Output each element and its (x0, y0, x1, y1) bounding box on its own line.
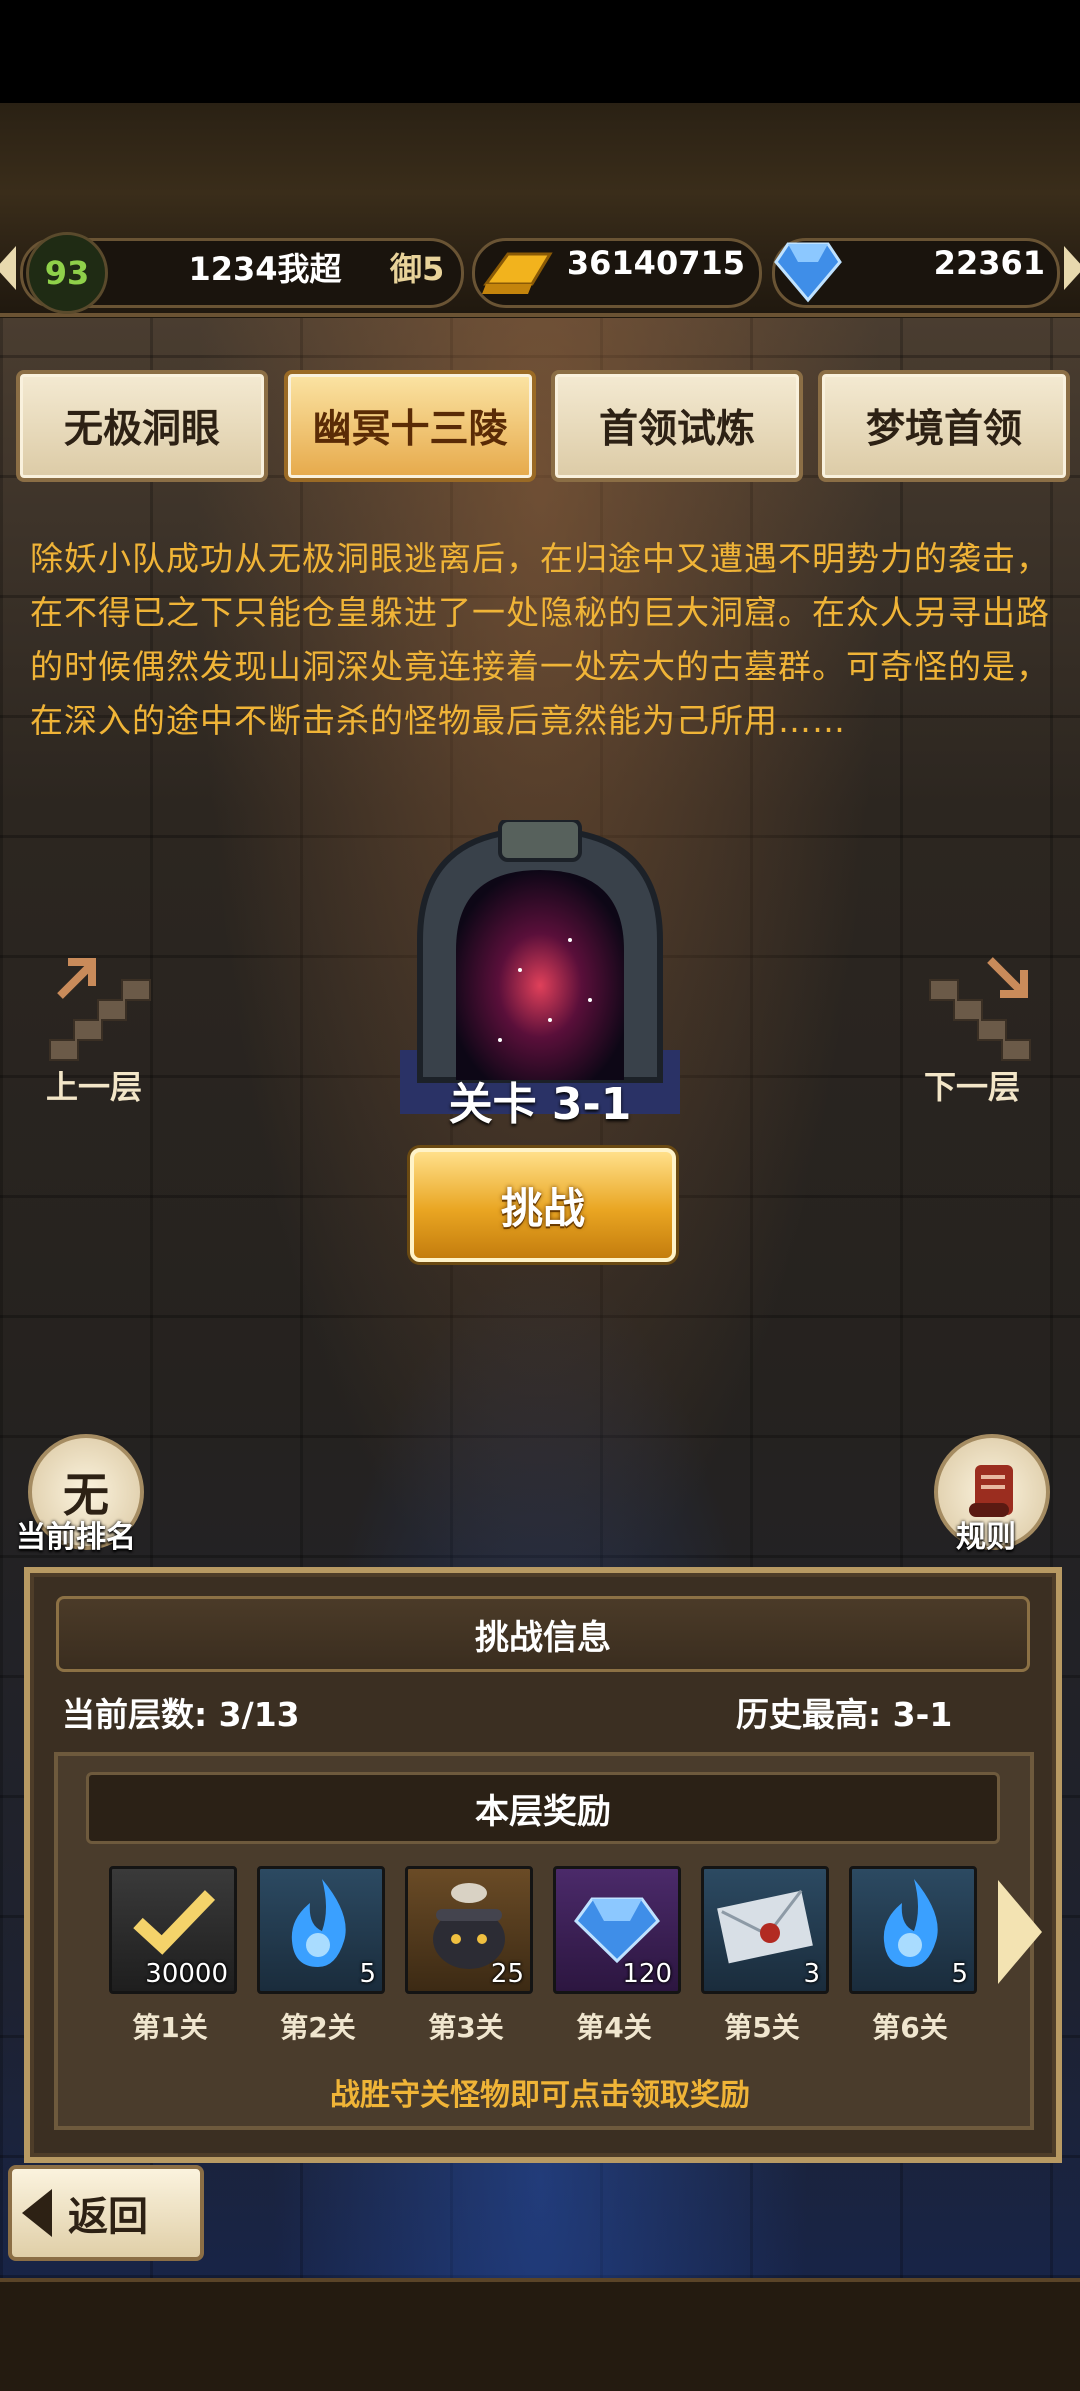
left-scroll-arrow-icon[interactable] (0, 246, 16, 290)
reward-label-3: 第3关 (428, 2011, 504, 2044)
reward-label-4: 第4关 (576, 2011, 652, 2044)
back-label: 返回 (68, 2194, 148, 2240)
reward-slot-2[interactable]: 5 (257, 1866, 385, 1994)
right-scroll-arrow-icon[interactable] (1064, 246, 1080, 290)
stairs-down-icon[interactable] (924, 954, 1034, 1068)
challenge-info-title: 挑战信息 (56, 1596, 1030, 1672)
status-bar-area (0, 0, 1080, 103)
reward-label-5: 第5关 (724, 2011, 800, 2044)
claimed-check-icon (133, 1890, 216, 1955)
tab-youming-shisanling[interactable]: 幽冥十三陵 (284, 370, 536, 482)
reward-slot-3[interactable]: 25 (405, 1866, 533, 1994)
gold-amount: 36140715 (566, 244, 745, 282)
reward-slot-4[interactable]: 120 (553, 1866, 681, 1994)
tab-mengjing-shouling[interactable]: 梦境首领 (818, 370, 1070, 482)
reward-label-2: 第2关 (280, 2011, 356, 2044)
stage-label: 关卡 3-1 (448, 1079, 632, 1130)
tab-shouling-shilian[interactable]: 首领试炼 (551, 370, 803, 482)
back-button[interactable]: 返回 (8, 2165, 204, 2261)
reward-label-1: 第1关 (132, 2011, 208, 2044)
reward-count: 25 (490, 1959, 524, 1989)
rules-label: 规则 (956, 1520, 1016, 1555)
reward-count: 5 (359, 1959, 376, 1989)
history-best: 历史最高: 3-1 (736, 1695, 953, 1734)
reward-count: 3 (803, 1959, 820, 1989)
gold-bar-icon (478, 240, 554, 304)
rank-badge: 御5 (390, 250, 445, 288)
back-arrow-icon (22, 2189, 52, 2237)
stairs-up-icon[interactable] (46, 954, 156, 1068)
floor-reward-title: 本层奖励 (86, 1772, 1000, 1844)
reward-count: 30000 (145, 1959, 228, 1989)
reward-slot-6[interactable]: 5 (849, 1866, 977, 1994)
current-floor: 当前层数: 3/13 (62, 1695, 300, 1734)
player-level: 93 (26, 232, 108, 314)
reward-count: 5 (951, 1959, 968, 1989)
reward-slot-5[interactable]: 3 (701, 1866, 829, 1994)
reward-label-6: 第6关 (872, 2011, 948, 2044)
next-floor-label[interactable]: 下一层 (924, 1062, 1020, 1108)
challenge-button[interactable]: 挑战 (410, 1148, 676, 1262)
current-rank-label: 当前排名 (16, 1520, 136, 1555)
bottom-frame (0, 2278, 1080, 2391)
reward-slot-1[interactable]: 30000 (109, 1866, 237, 1994)
tab-wuji-dongyan[interactable]: 无极洞眼 (16, 370, 268, 482)
reward-count: 120 (622, 1959, 672, 1989)
gem-amount: 22361 (933, 244, 1045, 282)
reward-next-arrow-icon[interactable] (998, 1880, 1042, 1984)
story-text: 除妖小队成功从无极洞眼逃离后，在归途中又遭遇不明势力的袭击，在不得已之下只能仓皇… (30, 539, 1050, 740)
prev-floor-label[interactable]: 上一层 (46, 1062, 142, 1108)
reward-hint: 战胜守关怪物即可点击领取奖励 (330, 2078, 750, 2113)
player-name: 1234我超 (188, 250, 342, 288)
